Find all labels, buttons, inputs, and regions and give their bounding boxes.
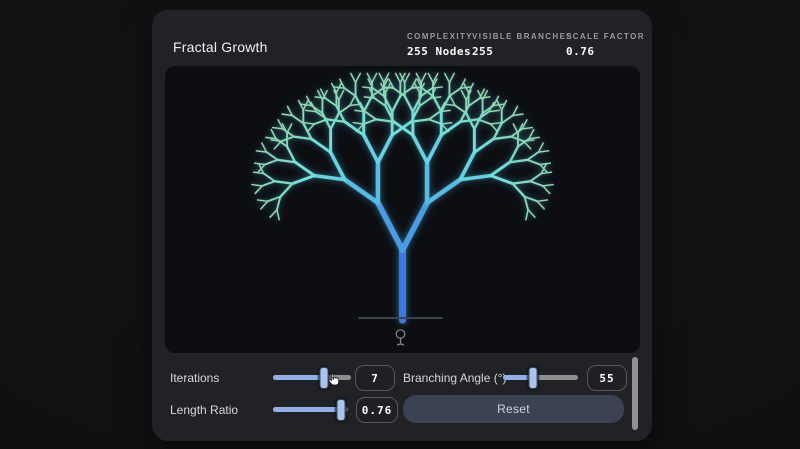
length-ratio-slider-fill	[273, 407, 341, 412]
iterations-slider-fill	[273, 375, 325, 380]
fractal-canvas	[165, 66, 640, 353]
stat-visible-branches-label: VISIBLE BRANCHES	[472, 32, 574, 41]
page-title: Fractal Growth	[173, 39, 268, 55]
fractal-tree	[251, 72, 554, 324]
iterations-slider-thumb[interactable]	[319, 366, 329, 389]
branching-angle-slider-thumb[interactable]	[528, 366, 538, 389]
length-ratio-slider[interactable]	[273, 398, 348, 421]
length-ratio-label: Length Ratio	[170, 403, 239, 417]
page-background: Fractal Growth COMPLEXITY 255 Nodes VISI…	[0, 0, 800, 449]
iterations-slider[interactable]	[273, 366, 351, 389]
reset-button[interactable]: Reset	[403, 395, 624, 423]
length-ratio-value-field[interactable]: 0.76	[356, 397, 398, 423]
length-ratio-slider-thumb[interactable]	[336, 398, 345, 421]
branching-angle-value-field[interactable]: 55	[587, 365, 627, 391]
iterations-label: Iterations	[170, 371, 220, 385]
tree-outline-icon	[392, 328, 409, 347]
ground-line	[358, 317, 443, 319]
stat-scale-factor-label: SCALE FACTOR	[566, 32, 645, 41]
fractal-growth-card: Fractal Growth COMPLEXITY 255 Nodes VISI…	[152, 10, 652, 441]
branching-angle-slider[interactable]	[503, 366, 578, 389]
iterations-value-field[interactable]: 7	[355, 365, 395, 391]
stat-visible-branches-value: 255	[472, 45, 494, 58]
stat-scale-factor-value: 0.76	[566, 45, 595, 58]
scrollbar-thumb[interactable]	[632, 357, 638, 430]
branching-angle-label: Branching Angle (°)	[403, 371, 507, 385]
stat-complexity-value: 255 Nodes	[407, 45, 472, 58]
stat-complexity-label: COMPLEXITY	[407, 32, 474, 41]
